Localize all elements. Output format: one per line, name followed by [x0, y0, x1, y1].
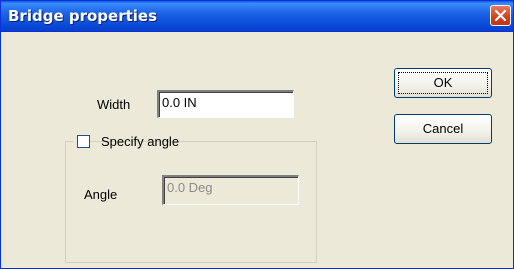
title-bar[interactable]: Bridge properties — [1, 1, 513, 32]
ok-button[interactable]: OK — [394, 68, 492, 98]
ok-button-label: OK — [398, 72, 488, 94]
width-input[interactable]: 0.0 IN — [157, 90, 294, 118]
close-button[interactable] — [490, 5, 511, 26]
specify-angle-toggle[interactable]: Specify angle — [73, 133, 179, 151]
cancel-button[interactable]: Cancel — [394, 114, 492, 144]
dialog-window: Bridge properties Width 0.0 IN Specify a… — [0, 0, 514, 269]
specify-angle-checkbox[interactable] — [77, 135, 90, 148]
angle-label: Angle — [84, 187, 118, 202]
specify-angle-label: Specify angle — [101, 134, 180, 149]
angle-input: 0.0 Deg — [162, 175, 299, 205]
window-title: Bridge properties — [8, 7, 158, 25]
width-label: Width — [97, 97, 131, 112]
dialog-body: Width 0.0 IN Specify angle Angle 0.0 Deg… — [5, 32, 509, 264]
close-icon — [495, 10, 506, 21]
